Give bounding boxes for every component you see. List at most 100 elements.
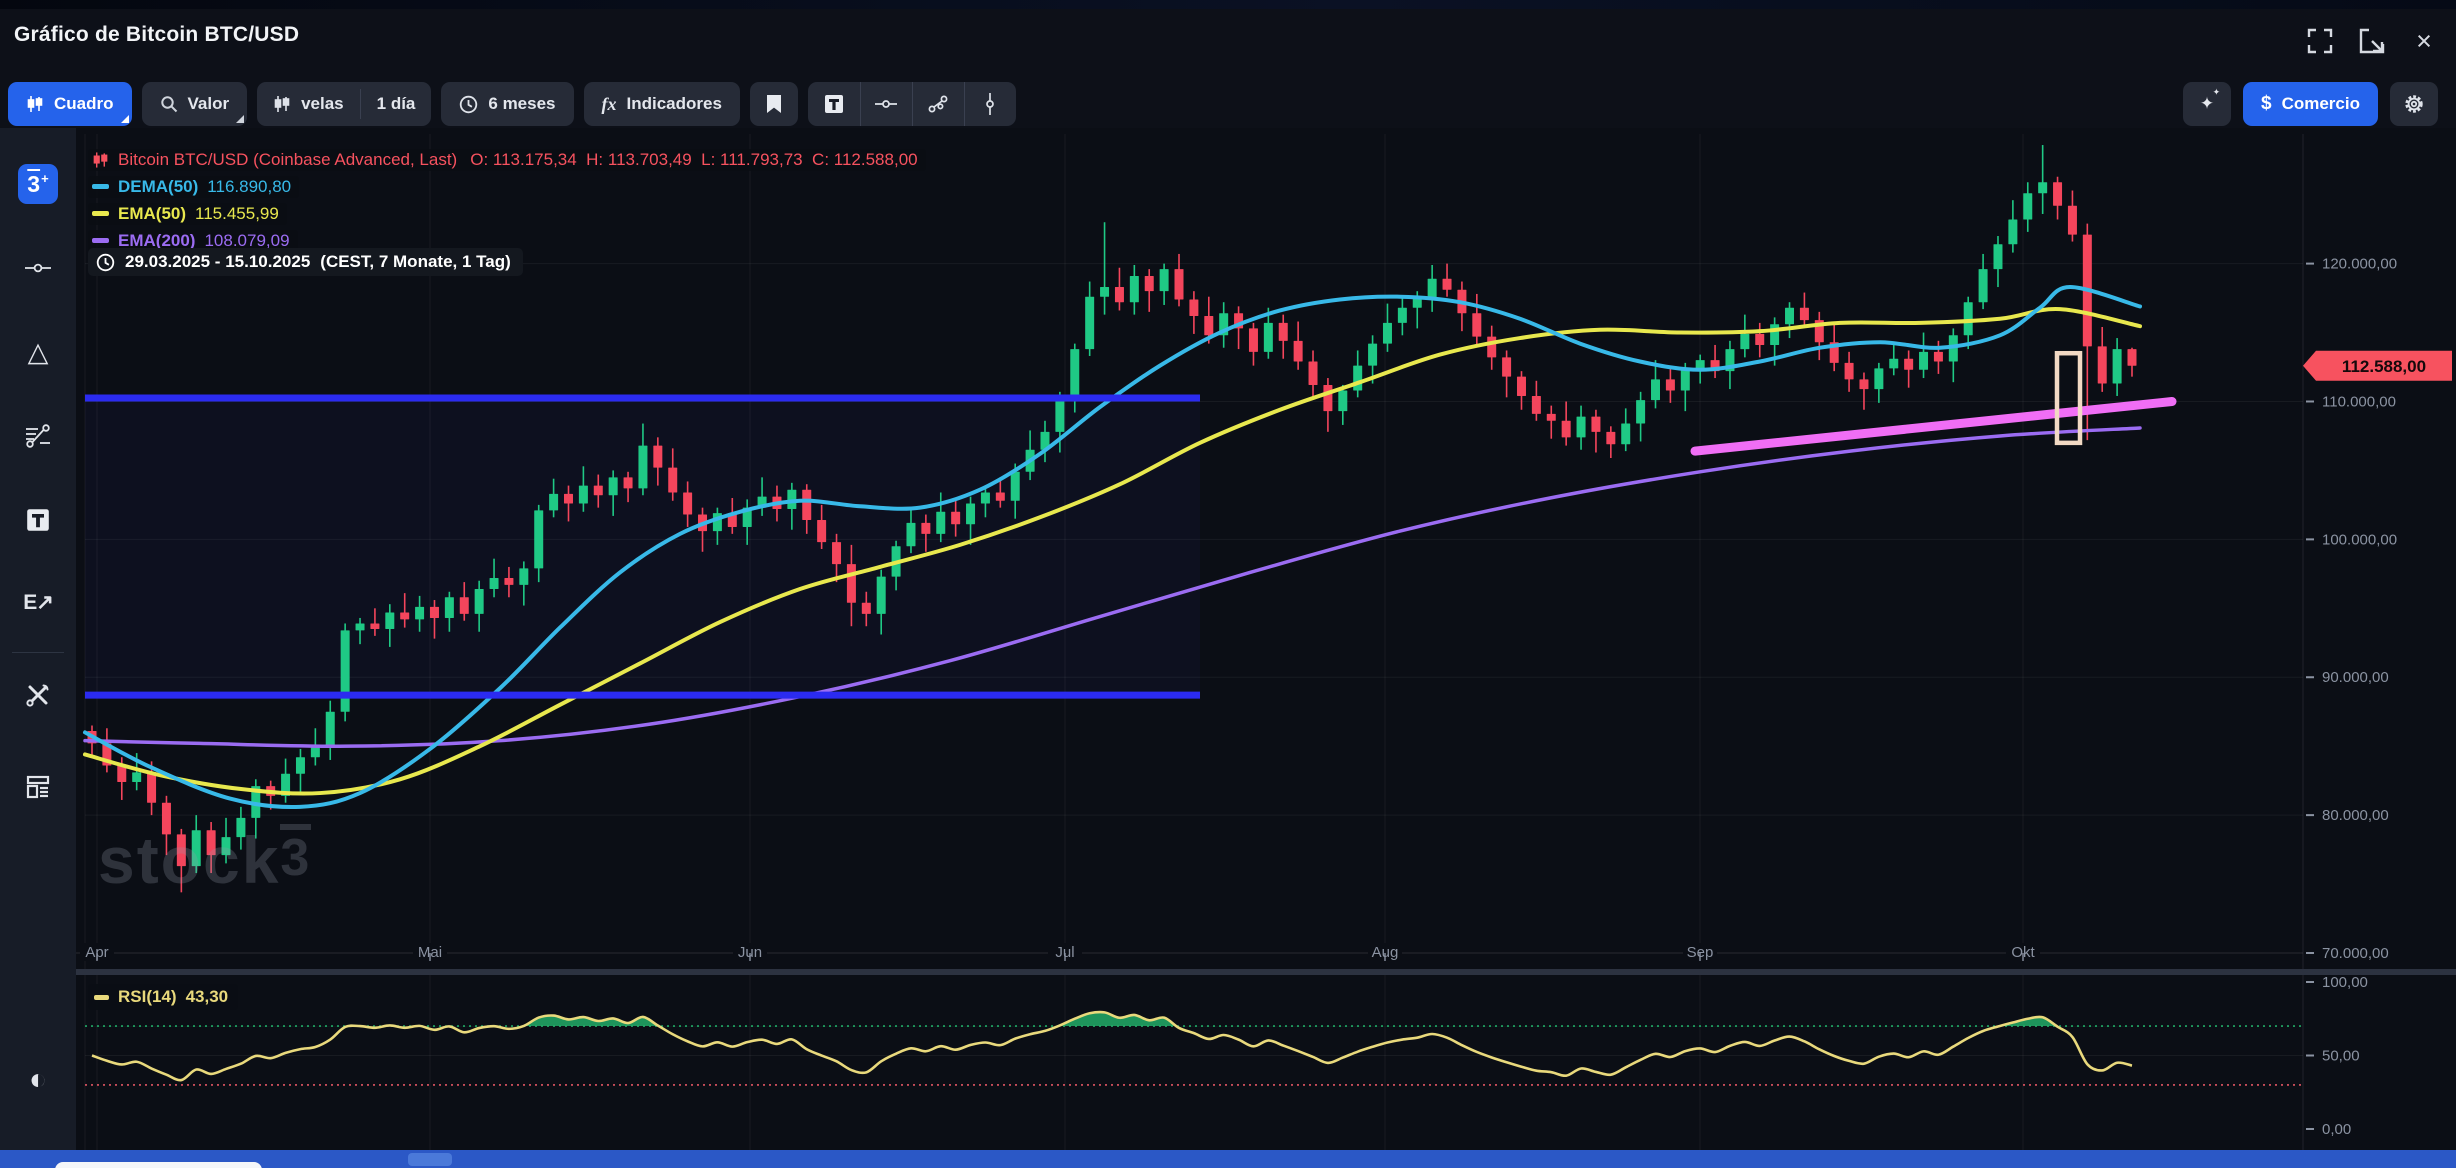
text-tool-button[interactable] <box>808 82 860 126</box>
gear-icon <box>2403 93 2425 115</box>
rsi-legend[interactable]: RSI(14) 43,30 <box>88 984 238 1010</box>
svg-text:90.000,00: 90.000,00 <box>2322 669 2389 686</box>
ema200-swatch <box>92 238 109 243</box>
analysis-icon <box>25 424 51 448</box>
svg-text:50,00: 50,00 <box>2322 1048 2360 1065</box>
candles-icon <box>92 151 109 169</box>
indicators-label: Indicadores <box>627 94 722 114</box>
bottom-bar[interactable] <box>0 1150 2456 1168</box>
hline-icon <box>875 95 897 113</box>
price-chart-canvas[interactable]: 120.000,00 110.000,00 100.000,00 90.000,00 8… <box>76 128 2456 1168</box>
bottom-dock-pill[interactable] <box>55 1162 262 1168</box>
dollar-icon: $ <box>2261 93 2272 115</box>
trendline-icon <box>927 94 949 114</box>
date-range-suffix: (CEST, 7 Monate, 1 Tag) <box>320 252 511 272</box>
candles-icon <box>26 95 44 113</box>
text-icon <box>26 508 50 532</box>
dema-value: 116.890,80 <box>207 177 291 197</box>
settings-button[interactable] <box>2390 82 2438 126</box>
svg-text:112.588,00: 112.588,00 <box>2342 357 2426 376</box>
svg-text:Okt: Okt <box>2011 944 2035 961</box>
popout-icon[interactable] <box>2358 27 2386 55</box>
svg-text:80.000,00: 80.000,00 <box>2322 807 2389 824</box>
vline-tool-button[interactable] <box>964 82 1016 126</box>
legend-symbol-row[interactable]: Bitcoin BTC/USD (Coinbase Advanced, Last… <box>88 146 926 173</box>
page-title: Gráfico de Bitcoin BTC/USD <box>0 23 299 47</box>
symbol-search-button[interactable]: Valor <box>142 82 248 126</box>
chart-toolbar: Cuadro Valor velas <box>0 82 2456 128</box>
ema50-value: 115.455,99 <box>195 204 279 224</box>
fullscreen-icon[interactable] <box>2306 27 2334 55</box>
text-icon <box>824 94 844 114</box>
dema-swatch <box>92 184 109 189</box>
svg-text:110.000,00: 110.000,00 <box>2322 393 2396 410</box>
svg-text:0,00: 0,00 <box>2322 1121 2351 1138</box>
window-top-strip <box>0 0 2456 9</box>
ema50-swatch <box>92 211 109 216</box>
triangle-icon: △ <box>28 339 49 366</box>
search-icon <box>160 95 178 113</box>
layout-button[interactable] <box>16 765 60 809</box>
trade-button[interactable]: $ Comercio <box>2243 82 2378 126</box>
bookmark-button[interactable] <box>750 82 798 126</box>
svg-text:Sep: Sep <box>1687 944 1714 961</box>
svg-text:100.000,00: 100.000,00 <box>2322 531 2397 548</box>
export-button[interactable]: E↗ <box>16 580 60 624</box>
svg-text:Jul: Jul <box>1055 944 1074 961</box>
stock3-plus-button[interactable]: 3+ <box>18 164 58 204</box>
range-button[interactable]: 6 meses <box>441 82 573 126</box>
hline-draw-button[interactable] <box>16 246 60 290</box>
symbol-search-label: Valor <box>188 94 230 114</box>
text-note-button[interactable] <box>16 498 60 542</box>
svg-text:70.000,00: 70.000,00 <box>2322 945 2389 962</box>
hline-tool-button[interactable] <box>860 82 912 126</box>
legend-ema50-row[interactable]: EMA(50) 115.455,99 <box>88 200 926 227</box>
candle-style-button[interactable]: velas <box>257 82 360 126</box>
corner-fold <box>236 115 244 123</box>
contrast-icon: ◐ <box>29 1065 47 1095</box>
drawing-tools-group <box>808 82 1016 126</box>
candles-icon <box>273 95 291 113</box>
chart-type-button[interactable]: Cuadro <box>8 82 132 126</box>
candle-style-label: velas <box>301 94 344 114</box>
date-range-badge[interactable]: 29.03.2025 - 15.10.2025 (CEST, 7 Monate,… <box>88 248 523 276</box>
interval-button[interactable]: 1 día <box>361 82 432 126</box>
stock3-watermark: stock3 <box>98 822 311 898</box>
svg-text:Aug: Aug <box>1372 944 1399 961</box>
vline-icon <box>981 93 999 115</box>
title-bar: Gráfico de Bitcoin BTC/USD × <box>0 9 2456 61</box>
interval-label: 1 día <box>377 94 416 114</box>
clock-icon <box>459 95 478 114</box>
hline-icon <box>25 258 51 278</box>
rsi-label: RSI(14) <box>118 987 177 1007</box>
indicators-button[interactable]: fx Indicadores <box>584 82 740 126</box>
ema50-label: EMA(50) <box>118 204 186 224</box>
left-sidebar: 3+ △ E↗ <box>0 128 76 1152</box>
corner-fold <box>121 115 129 123</box>
scrollbar-thumb[interactable] <box>408 1153 452 1166</box>
svg-text:Jun: Jun <box>738 944 762 961</box>
analysis-list-button[interactable] <box>16 414 60 458</box>
sidebar-divider <box>12 652 64 653</box>
close-icon[interactable]: × <box>2410 27 2438 55</box>
dema-label: DEMA(50) <box>118 177 198 197</box>
triangle-pattern-button[interactable]: △ <box>16 330 60 374</box>
trendline-tool-button[interactable] <box>912 82 964 126</box>
bookmark-icon <box>766 95 782 113</box>
rsi-value: 43,30 <box>186 987 229 1007</box>
chart-type-label: Cuadro <box>54 94 114 114</box>
theme-toggle-button[interactable]: ◐ <box>16 1058 60 1102</box>
tools-button[interactable] <box>16 673 60 717</box>
ai-assistant-button[interactable]: ✦✦ <box>2183 82 2231 126</box>
trade-label: Comercio <box>2282 94 2360 114</box>
tools-icon <box>25 682 51 708</box>
date-range-text: 29.03.2025 - 15.10.2025 <box>125 252 310 272</box>
chart-legend: Bitcoin BTC/USD (Coinbase Advanced, Last… <box>88 146 926 254</box>
svg-text:Apr: Apr <box>85 944 108 961</box>
svg-text:100,00: 100,00 <box>2322 974 2368 991</box>
chart-window: Gráfico de Bitcoin BTC/USD × <box>0 0 2456 1168</box>
svg-text:120.000,00: 120.000,00 <box>2322 256 2397 273</box>
style-interval-group: velas 1 día <box>257 82 431 126</box>
legend-dema-row[interactable]: DEMA(50) 116.890,80 <box>88 173 926 200</box>
layout-icon <box>25 775 51 799</box>
